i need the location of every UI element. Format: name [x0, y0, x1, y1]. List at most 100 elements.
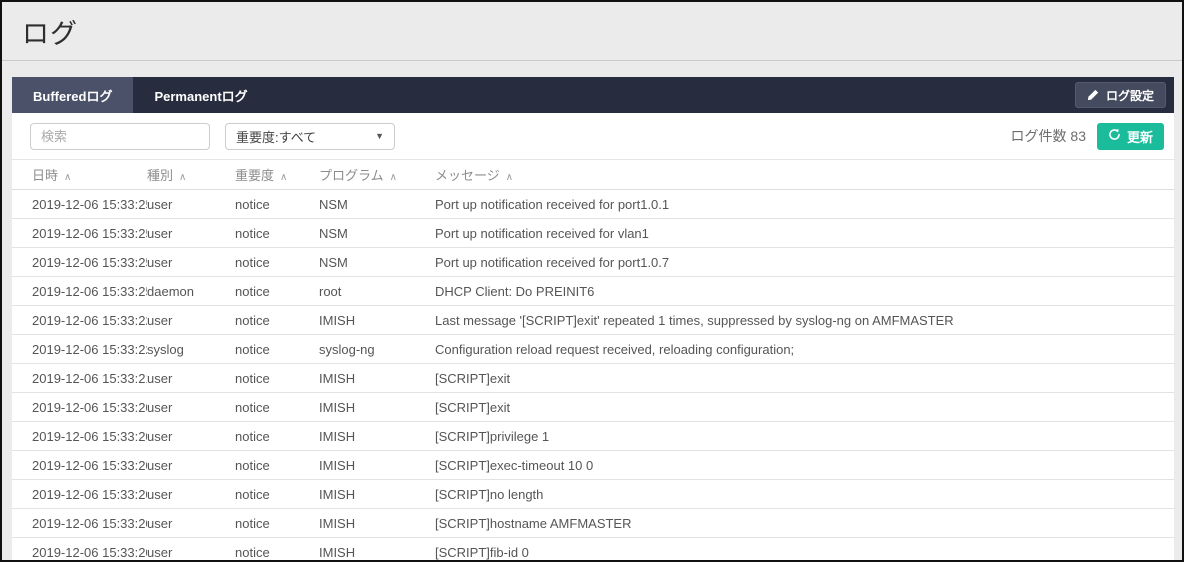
column-header-1: 種別 ∧: [147, 160, 235, 190]
table-row: 2019-12-06 15:33:20usernoticeIMISH[SCRIP…: [12, 480, 1174, 509]
log-cell: IMISH: [319, 393, 435, 422]
log-settings-button[interactable]: ログ設定: [1075, 82, 1166, 108]
log-cell: notice: [235, 538, 319, 561]
filter-bar: 重要度:すべて ▼ ログ件数 83 更新: [12, 113, 1174, 159]
log-cell: user: [147, 190, 235, 219]
log-cell: 2019-12-06 15:33:21: [12, 364, 147, 393]
log-cell: notice: [235, 451, 319, 480]
log-cell: 2019-12-06 15:33:20: [12, 538, 147, 561]
table-header-row: 日時∧種別∧重要度∧プログラム∧メッセージ∧: [12, 160, 1174, 190]
log-cell: 2019-12-06 15:33:20: [12, 509, 147, 538]
log-cell: notice: [235, 335, 319, 364]
log-cell: daemon: [147, 277, 235, 306]
log-cell: IMISH: [319, 306, 435, 335]
log-cell: 2019-12-06 15:33:20: [12, 480, 147, 509]
column-label: メッセージ: [435, 168, 500, 183]
log-cell: IMISH: [319, 538, 435, 561]
log-cell: user: [147, 248, 235, 277]
log-cell: user: [147, 364, 235, 393]
column-header-4: メッセージ ∧: [435, 160, 1174, 190]
column-header-2: 重要度∧: [235, 160, 319, 190]
log-cell: user: [147, 451, 235, 480]
sort-asc-icon[interactable]: ∧: [179, 172, 186, 183]
log-cell: IMISH: [319, 451, 435, 480]
log-cell: notice: [235, 306, 319, 335]
log-cell: user: [147, 509, 235, 538]
log-cell: 2019-12-06 15:33:20: [12, 393, 147, 422]
table-row: 2019-12-06 15:33:22syslognoticesyslog-ng…: [12, 335, 1174, 364]
table-row: 2019-12-06 15:33:20usernoticeIMISH[SCRIP…: [12, 538, 1174, 561]
log-table-header: 日時∧種別∧重要度∧プログラム∧メッセージ∧: [12, 160, 1174, 190]
log-cell: notice: [235, 277, 319, 306]
log-cell: 2019-12-06 15:33:25: [12, 248, 147, 277]
table-row: 2019-12-06 15:33:25daemonnoticerootDHCP …: [12, 277, 1174, 306]
log-cell: NSM: [319, 219, 435, 248]
table-row: 2019-12-06 15:33:20usernoticeIMISH[SCRIP…: [12, 451, 1174, 480]
log-cell: [SCRIPT]hostname AMFMASTER: [435, 509, 1174, 538]
log-cell: user: [147, 480, 235, 509]
log-cell: IMISH: [319, 509, 435, 538]
log-cell: NSM: [319, 248, 435, 277]
table-row: 2019-12-06 15:33:20usernoticeIMISH[SCRIP…: [12, 509, 1174, 538]
log-cell: user: [147, 219, 235, 248]
table-row: 2019-12-06 15:33:25usernoticeNSMPort up …: [12, 248, 1174, 277]
table-row: 2019-12-06 15:33:22usernoticeIMISHLast m…: [12, 306, 1174, 335]
table-row: 2019-12-06 15:33:20usernoticeIMISH[SCRIP…: [12, 422, 1174, 451]
log-cell: notice: [235, 364, 319, 393]
tab-bar: Bufferedログ Permanentログ ログ設定: [12, 77, 1174, 113]
severity-select-value: 重要度:すべて: [236, 127, 316, 146]
log-settings-label: ログ設定: [1106, 87, 1154, 104]
filter-right-group: ログ件数 83 更新: [1011, 113, 1164, 159]
sort-asc-icon[interactable]: ∧: [280, 172, 287, 183]
sort-asc-icon[interactable]: ∧: [64, 172, 71, 183]
log-cell: notice: [235, 393, 319, 422]
refresh-button[interactable]: 更新: [1097, 123, 1164, 150]
log-cell: [SCRIPT]fib-id 0: [435, 538, 1174, 561]
log-cell: 2019-12-06 15:33:25: [12, 277, 147, 306]
table-row: 2019-12-06 15:33:20usernoticeIMISH[SCRIP…: [12, 393, 1174, 422]
column-label: 種別: [147, 168, 173, 183]
log-cell: user: [147, 393, 235, 422]
tab-permanent-log[interactable]: Permanentログ: [133, 77, 268, 113]
column-label: プログラム: [319, 168, 384, 183]
search-input[interactable]: [30, 123, 210, 150]
log-panel: Bufferedログ Permanentログ ログ設定 重要度:すべて ▼ ログ…: [12, 77, 1174, 560]
column-header-3: プログラム ∧: [319, 160, 435, 190]
sort-asc-icon[interactable]: ∧: [506, 172, 513, 183]
log-count: ログ件数 83: [1011, 126, 1086, 146]
chevron-down-icon: ▼: [375, 131, 384, 141]
app-window: ログ Bufferedログ Permanentログ ログ設定 重要度:すべて ▼…: [0, 0, 1184, 562]
log-cell: [SCRIPT]no length: [435, 480, 1174, 509]
log-cell: [SCRIPT]exit: [435, 364, 1174, 393]
pencil-icon: [1087, 89, 1099, 101]
log-cell: NSM: [319, 190, 435, 219]
log-cell: Port up notification received for vlan1: [435, 219, 1174, 248]
log-cell: 2019-12-06 15:33:25: [12, 219, 147, 248]
log-cell: [SCRIPT]exit: [435, 393, 1174, 422]
log-cell: 2019-12-06 15:33:20: [12, 422, 147, 451]
log-table-body: 2019-12-06 15:33:25usernoticeNSMPort up …: [12, 190, 1174, 561]
log-cell: DHCP Client: Do PREINIT6: [435, 277, 1174, 306]
log-cell: root: [319, 277, 435, 306]
tab-buffered-log[interactable]: Bufferedログ: [12, 77, 133, 113]
log-cell: notice: [235, 248, 319, 277]
sort-asc-icon[interactable]: ∧: [390, 172, 397, 183]
log-cell: notice: [235, 422, 319, 451]
log-cell: Last message '[SCRIPT]exit' repeated 1 t…: [435, 306, 1174, 335]
log-cell: 2019-12-06 15:33:25: [12, 190, 147, 219]
table-row: 2019-12-06 15:33:25usernoticeNSMPort up …: [12, 190, 1174, 219]
log-cell: syslog: [147, 335, 235, 364]
log-cell: notice: [235, 480, 319, 509]
severity-select[interactable]: 重要度:すべて ▼: [225, 123, 395, 150]
log-cell: Port up notification received for port1.…: [435, 248, 1174, 277]
refresh-label: 更新: [1127, 127, 1153, 146]
log-count-value: 83: [1070, 128, 1086, 144]
log-cell: notice: [235, 509, 319, 538]
column-label: 日時: [32, 168, 58, 183]
log-cell: IMISH: [319, 364, 435, 393]
log-cell: IMISH: [319, 422, 435, 451]
log-cell: user: [147, 422, 235, 451]
column-header-0: 日時 ∧: [12, 160, 147, 190]
log-cell: 2019-12-06 15:33:22: [12, 335, 147, 364]
log-table: 日時∧種別∧重要度∧プログラム∧メッセージ∧ 2019-12-06 15:33:…: [12, 159, 1174, 560]
